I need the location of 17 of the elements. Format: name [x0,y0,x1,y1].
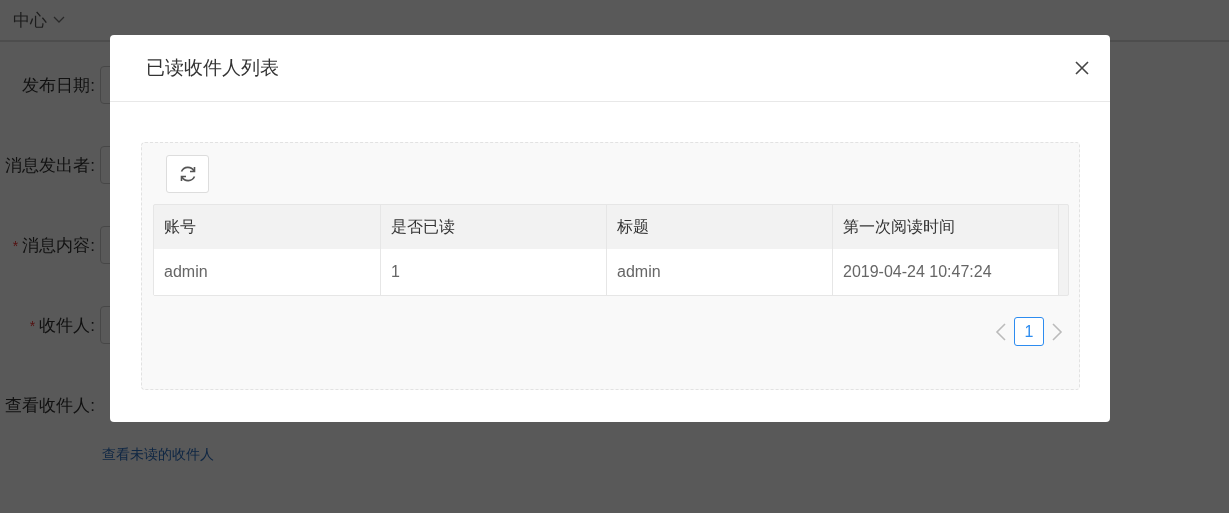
close-button[interactable] [1074,60,1090,76]
form-label: 收件人: [39,315,95,335]
table-cell: admin [607,249,833,295]
page-title[interactable]: 中心 [13,8,47,32]
form-label: 发布日期: [22,75,95,95]
refresh-button[interactable] [166,155,209,193]
table-cell: 1 [381,249,607,295]
dialog-title: 已读收件人列表 [146,56,279,80]
form-label: 查看收件人: [5,395,95,415]
table-cell: admin [154,249,381,295]
table-cell: 2019-04-24 10:47:24 [833,249,1059,295]
link[interactable]: 查看未读的收件人 [0,446,214,464]
required-mark: * [29,317,36,334]
form-label: 消息内容: [22,235,95,255]
required-mark: * [12,237,19,254]
page-button[interactable]: 1 [1014,317,1044,346]
form-label: 消息发出者: [5,155,95,175]
